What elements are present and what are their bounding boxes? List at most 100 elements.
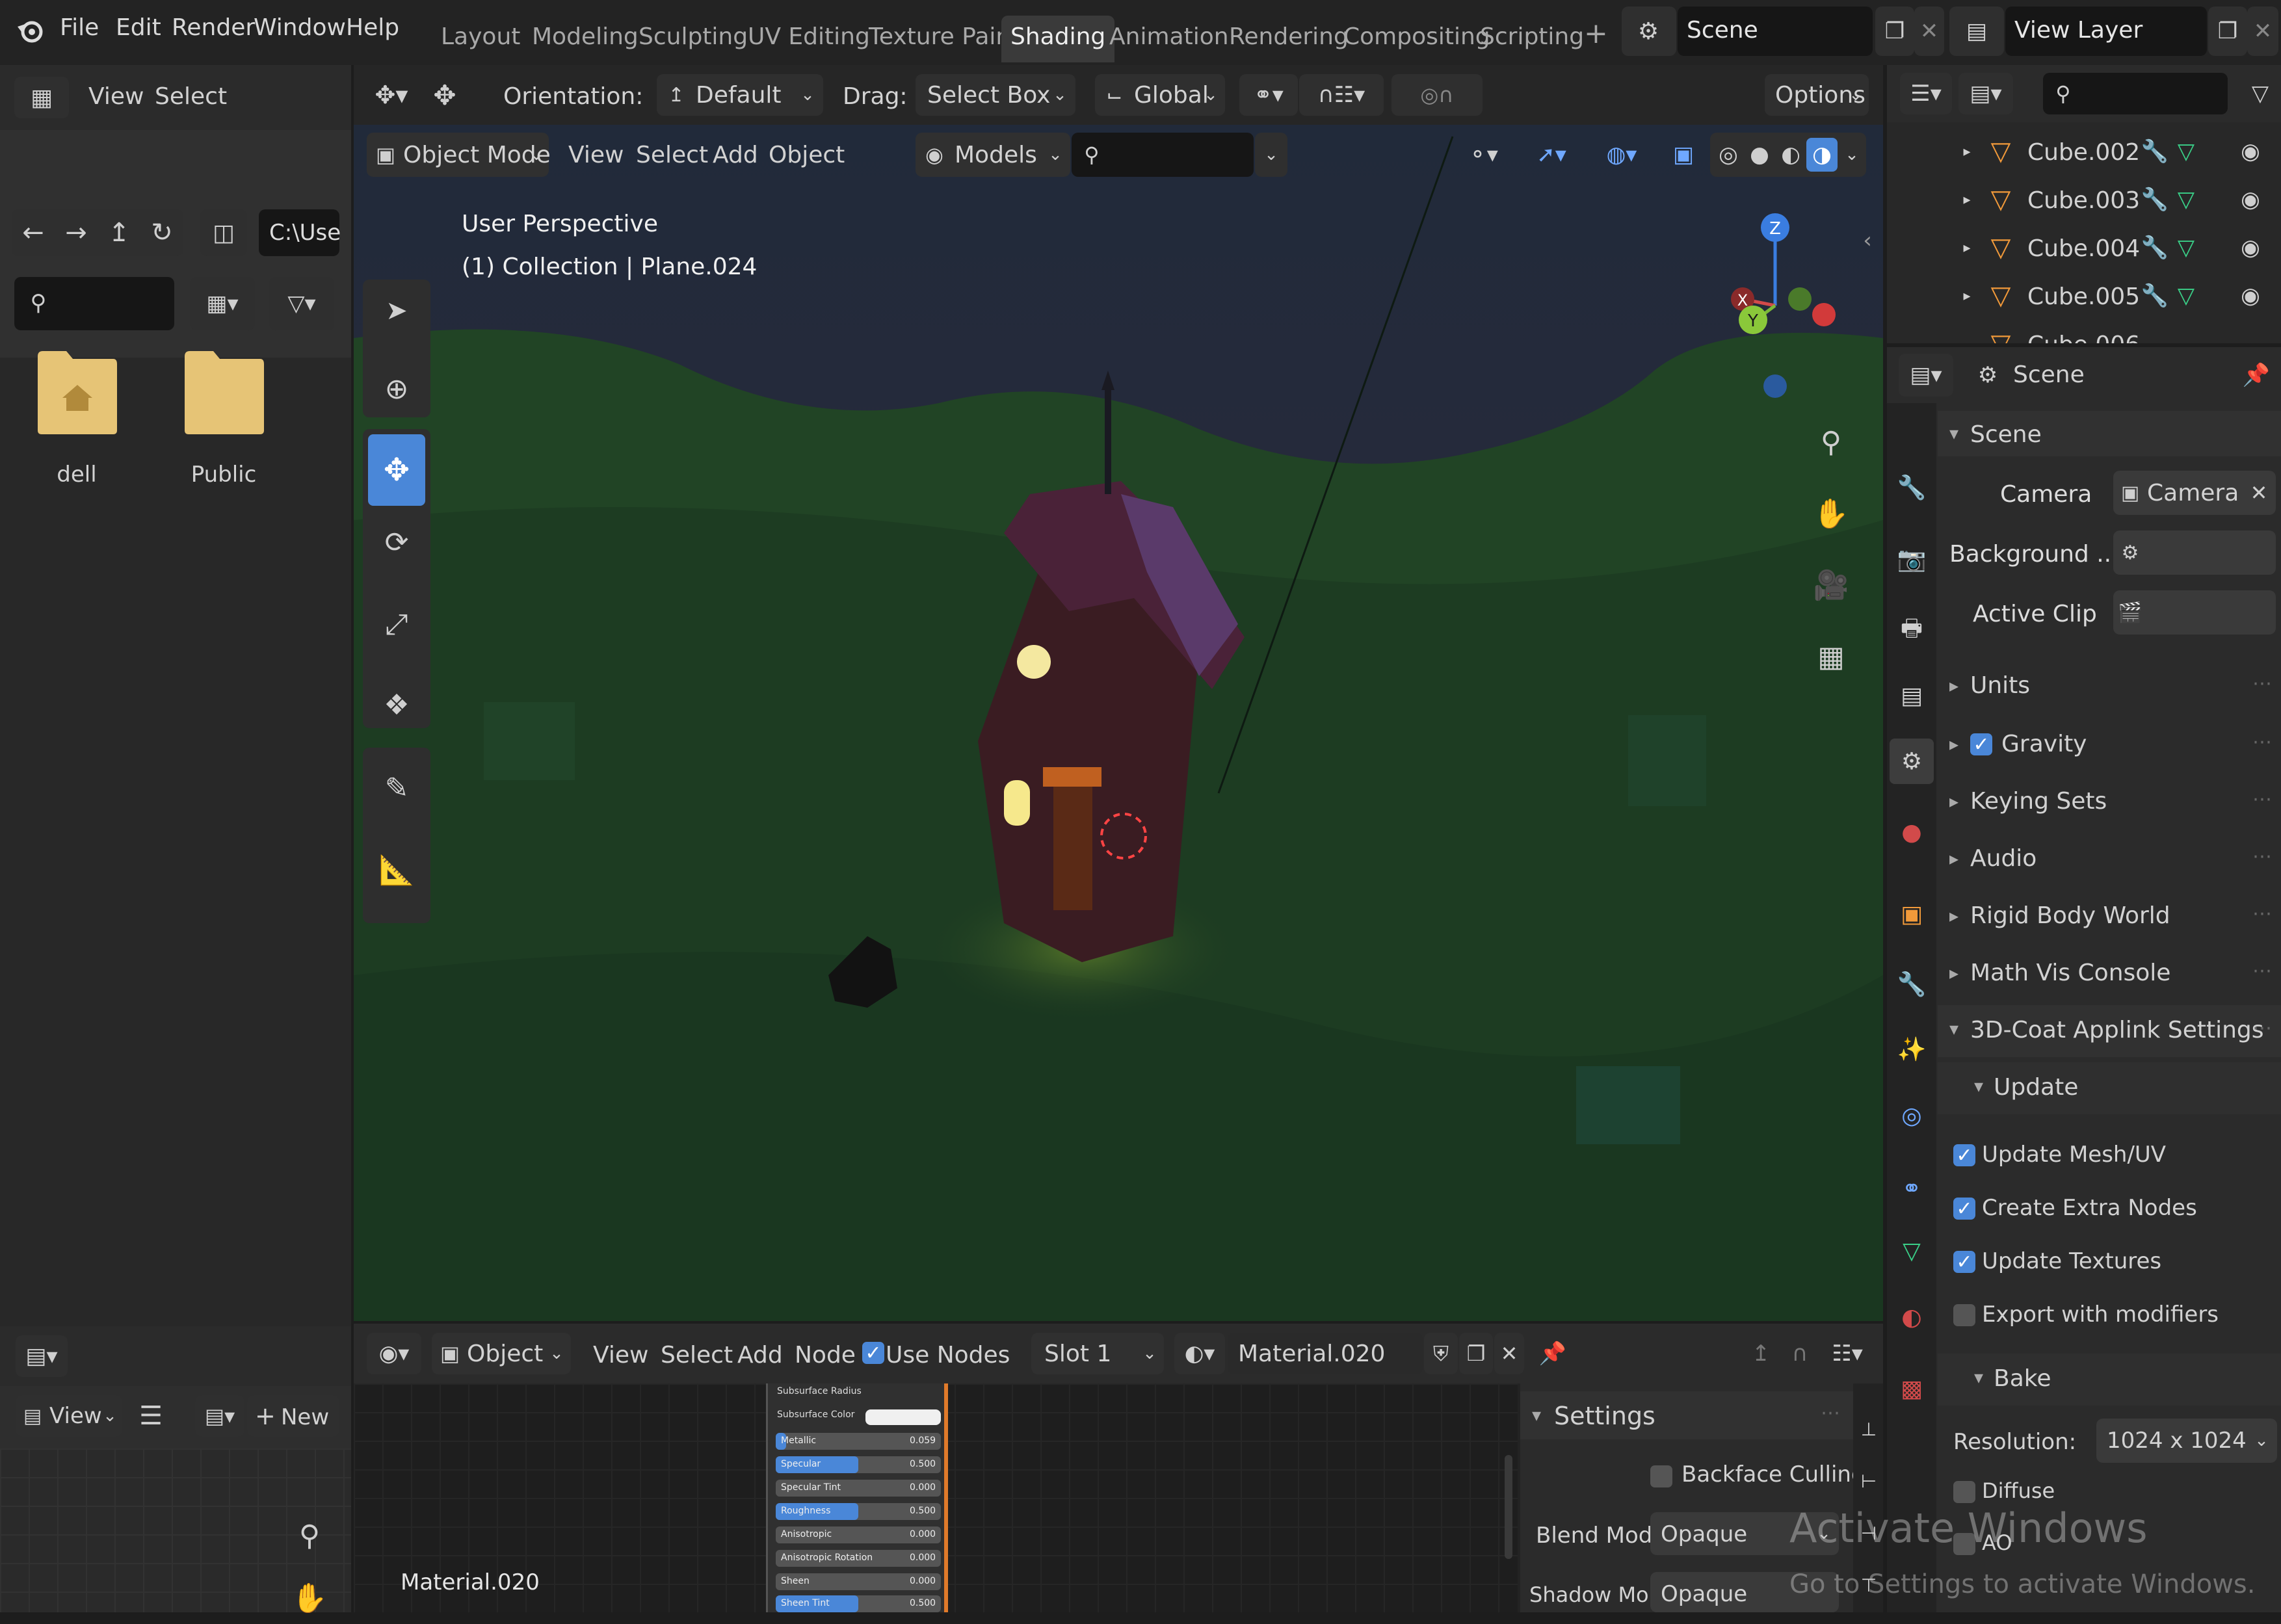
- folder-dell[interactable]: dell: [34, 347, 120, 488]
- menu-select[interactable]: Select: [155, 83, 227, 110]
- output-tab-icon[interactable]: 🖶: [1893, 611, 1930, 650]
- node-menu-view[interactable]: View: [593, 1342, 648, 1369]
- update-textures-row[interactable]: ✓ Update Textures: [1938, 1239, 2281, 1285]
- wireframe-shading-icon[interactable]: ◎: [1713, 138, 1744, 172]
- drag-handle-icon[interactable]: ⋯: [2252, 672, 2272, 695]
- pan-hand-icon[interactable]: ✋: [283, 1572, 336, 1624]
- section-units[interactable]: ▸ Units ⋯: [1938, 661, 2281, 713]
- filter-icon[interactable]: ▽: [2241, 73, 2280, 114]
- gravity-checkbox[interactable]: ✓: [1970, 733, 1992, 756]
- tab-sculpting[interactable]: Sculpting: [629, 16, 757, 62]
- menu-render[interactable]: Render: [172, 14, 255, 41]
- subsurface-color-swatch[interactable]: [865, 1409, 941, 1425]
- expand-icon[interactable]: ▸: [1957, 183, 1977, 216]
- tab-uv-editing[interactable]: UV Editing: [739, 16, 879, 62]
- move-tool-icon[interactable]: ✥: [368, 434, 425, 506]
- drag-handle-icon[interactable]: ⋯: [2252, 960, 2272, 982]
- drag-handle-icon[interactable]: ⋯: [1821, 1402, 1840, 1424]
- eye-icon[interactable]: ◉: [2234, 280, 2267, 312]
- close-view-layer-icon[interactable]: ✕: [2247, 7, 2278, 56]
- section-gravity[interactable]: ▸ ✓ Gravity ⋯: [1938, 719, 2281, 771]
- section-math-vis-console[interactable]: ▸ Math Vis Console ⋯: [1938, 948, 2281, 1000]
- display-mode-icon[interactable]: ▦▾: [190, 277, 255, 330]
- tool-tab-icon[interactable]: ⊢: [1856, 1461, 1882, 1500]
- anisotropic-rotation-slider[interactable]: Anisotropic Rotation 0.000: [776, 1550, 941, 1567]
- models-dropdown[interactable]: ◉ Models ⌄: [916, 133, 1070, 177]
- menu-view[interactable]: View: [88, 83, 144, 110]
- active-clip-field[interactable]: 🎬: [2113, 590, 2276, 635]
- expand-icon[interactable]: ▸: [1957, 135, 1977, 168]
- new-folder-icon[interactable]: ◫: [200, 209, 247, 256]
- list-item[interactable]: ▸ ▽ Cube.003 🔧 ▽ ◉: [1887, 177, 2281, 222]
- clear-icon[interactable]: ✕: [2246, 476, 2272, 510]
- viewport-menu-view[interactable]: View: [568, 142, 624, 168]
- transform-orientation-dropdown[interactable]: ⌙ Global ⌄: [1095, 74, 1225, 116]
- expand-icon[interactable]: ▸: [1957, 280, 1977, 312]
- back-icon[interactable]: ←: [12, 213, 55, 252]
- node-canvas[interactable]: Material.020 Subsurface Radius Subsurfac…: [354, 1383, 1518, 1612]
- select-box-icon[interactable]: ➤: [372, 286, 421, 335]
- pin-icon[interactable]: 📌: [2238, 354, 2274, 397]
- gizmo-toggle-icon[interactable]: ➚▾: [1519, 133, 1584, 177]
- export-with-modifiers-checkbox[interactable]: [1953, 1304, 1975, 1326]
- close-scene-icon[interactable]: ✕: [1914, 7, 1944, 56]
- material-name-field[interactable]: Material.020: [1228, 1333, 1423, 1374]
- tool-icon[interactable]: ✥▾: [365, 75, 417, 114]
- rendered-shading-icon[interactable]: ◑: [1806, 138, 1838, 172]
- camera-view-icon[interactable]: 🎥: [1805, 559, 1857, 611]
- transform-tool-icon[interactable]: ❖: [372, 680, 421, 729]
- perspective-toggle-icon[interactable]: ▦: [1805, 631, 1857, 683]
- sidebar-toggle-icon[interactable]: ‹: [1856, 221, 1879, 260]
- texture-tab-icon[interactable]: ▩: [1893, 1369, 1930, 1408]
- camera-field[interactable]: ▣ Camera ✕: [2113, 471, 2276, 515]
- chevron-down-icon[interactable]: ⌄: [1255, 133, 1287, 177]
- view-layer-tab-icon[interactable]: ▤: [1893, 676, 1930, 715]
- background-scene-field[interactable]: ⚙: [2113, 530, 2276, 575]
- refresh-icon[interactable]: ↻: [140, 213, 183, 252]
- update-mesh-uv-row[interactable]: ✓ Update Mesh/UV: [1938, 1133, 2281, 1178]
- create-extra-nodes-row[interactable]: ✓ Create Extra Nodes: [1938, 1186, 2281, 1231]
- drag-handle-icon[interactable]: ⋯: [2252, 845, 2272, 868]
- render-tab-icon[interactable]: 📷: [1893, 540, 1930, 579]
- menu-edit[interactable]: Edit: [116, 14, 161, 41]
- specular-tint-slider[interactable]: Specular Tint 0.000: [776, 1480, 941, 1497]
- chevron-down-icon[interactable]: ⌄: [1840, 138, 1864, 172]
- subsection-update[interactable]: ▾ Update: [1938, 1062, 2281, 1114]
- solid-shading-icon[interactable]: ●: [1744, 138, 1775, 172]
- sheen-tint-slider[interactable]: Sheen Tint 0.500: [776, 1595, 941, 1612]
- orientation-dropdown[interactable]: ↥ Default ⌄: [657, 74, 823, 116]
- menu-window[interactable]: Window: [254, 14, 346, 41]
- scene-tab-icon[interactable]: ⚙: [1890, 739, 1934, 784]
- pivot-point-icon[interactable]: ⚭▾: [1239, 74, 1298, 116]
- eye-icon[interactable]: ◉: [2234, 135, 2267, 168]
- create-extra-nodes-checkbox[interactable]: ✓: [1953, 1198, 1975, 1220]
- viewport-menu-add[interactable]: Add: [713, 142, 758, 168]
- path-field[interactable]: C:\Use: [259, 209, 341, 256]
- roughness-slider[interactable]: Roughness 0.500: [776, 1503, 941, 1520]
- filter-icon[interactable]: ▽▾: [269, 277, 334, 330]
- tab-modeling[interactable]: Modeling: [523, 16, 648, 62]
- hamburger-menu-icon[interactable]: ☰: [133, 1395, 169, 1437]
- eye-icon[interactable]: ◉: [2234, 231, 2267, 264]
- physics-tab-icon[interactable]: ◎: [1893, 1096, 1930, 1135]
- anisotropic-slider[interactable]: Anisotropic 0.000: [776, 1526, 941, 1543]
- object-tab-icon[interactable]: ▣: [1893, 895, 1930, 934]
- scene-name-field[interactable]: Scene: [1678, 7, 1873, 56]
- list-item[interactable]: ▸ ▽ Cube.004 🔧 ▽ ◉: [1887, 225, 2281, 270]
- rotate-tool-icon[interactable]: ⟳: [372, 517, 421, 567]
- annotate-tool-icon[interactable]: ✎: [372, 763, 421, 813]
- update-mesh-uv-checkbox[interactable]: ✓: [1953, 1144, 1975, 1167]
- fake-user-shield-icon[interactable]: ⛨: [1424, 1333, 1458, 1374]
- proportional-editing-icon[interactable]: ◎∩: [1391, 74, 1483, 116]
- outliner-type-icon[interactable]: ☰▾: [1900, 73, 1952, 114]
- tool-tab-icon[interactable]: 🔧: [1893, 468, 1930, 507]
- item-tab-icon[interactable]: ⊥: [1856, 1409, 1882, 1448]
- shader-type-dropdown[interactable]: ▣ Object ⌄: [432, 1333, 571, 1374]
- scrollbar[interactable]: [1505, 1455, 1512, 1559]
- file-search-input[interactable]: ⚲: [14, 277, 174, 330]
- list-item[interactable]: ▽ Cube.006: [1887, 321, 2281, 343]
- list-item[interactable]: ▸ ▽ Cube.005 🔧 ▽ ◉: [1887, 273, 2281, 319]
- section-keying-sets[interactable]: ▸ Keying Sets ⋯: [1938, 776, 2281, 828]
- node-menu-add[interactable]: Add: [737, 1342, 783, 1369]
- zoom-icon[interactable]: ⚲: [283, 1510, 336, 1562]
